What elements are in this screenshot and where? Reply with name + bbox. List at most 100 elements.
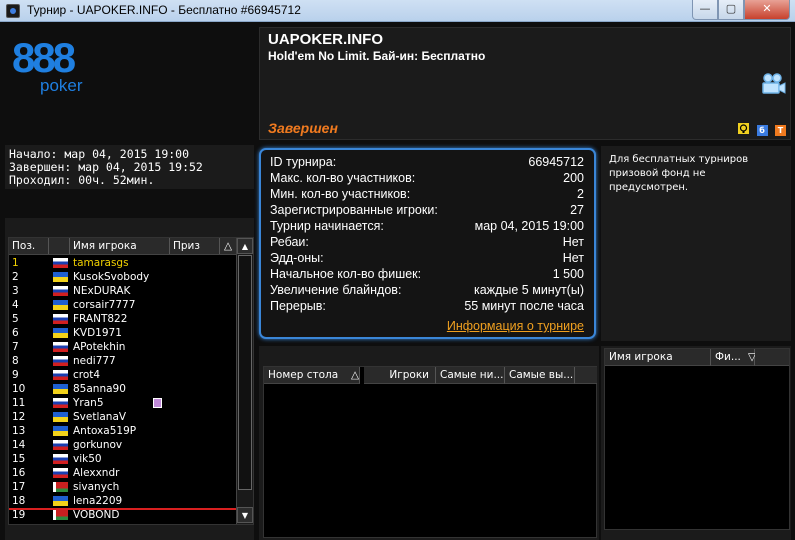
country-flag-icon: [53, 426, 68, 436]
player-position: 7: [12, 341, 19, 353]
detail-key: Перерыв:: [270, 299, 326, 313]
table-players-panel: Имя игрока Фи... ▽: [601, 346, 791, 540]
trophy-icon[interactable]: [738, 123, 749, 134]
player-row[interactable]: 13 Antoxa519P: [9, 424, 236, 438]
player-position: 16: [12, 467, 26, 479]
logo-word: poker: [40, 76, 83, 95]
country-flag-icon: [53, 300, 68, 310]
player-row[interactable]: 18 lena2209: [9, 494, 236, 508]
col-flag[interactable]: [49, 238, 70, 254]
detail-key: Ребаи:: [270, 235, 309, 249]
player-position: 6: [12, 327, 19, 339]
players-table-body: 1 tamarasgs 2 KusokSvobody 3 NExDURAK 4 corsair…: [9, 256, 236, 522]
player-position: 9: [12, 369, 19, 381]
detail-value: 2: [577, 187, 584, 201]
player-row[interactable]: 12 SvetlanaV: [9, 410, 236, 424]
detail-key: Начальное кол-во фишек:: [270, 267, 422, 281]
country-flag-icon: [53, 510, 68, 520]
col-table-number[interactable]: Номер стола: [264, 367, 360, 384]
players-scrollbar[interactable]: ▲ ▼: [236, 238, 253, 524]
country-flag-icon: [53, 370, 68, 380]
detail-key: Увеличение блайндов:: [270, 283, 402, 297]
detail-row: Увеличение блайндов: каждые 5 минут(ы): [270, 283, 584, 299]
player-name: sivanych: [73, 481, 120, 493]
player-row[interactable]: 16 Alexxndr: [9, 466, 236, 480]
scroll-thumb[interactable]: [238, 255, 252, 490]
player-position: 13: [12, 425, 26, 437]
detail-key: ID турнира:: [270, 155, 337, 169]
tables-panel: Номер стола △ Игроки Самые ни... Самые в…: [259, 346, 599, 540]
country-flag-icon: [53, 356, 68, 366]
player-name: Yran5: [73, 397, 104, 409]
detail-value: Нет: [562, 235, 584, 249]
player-position: 14: [12, 439, 26, 451]
tournament-info-link[interactable]: Информация о турнире: [447, 319, 584, 333]
sort-up-icon[interactable]: △: [348, 367, 362, 384]
col-players[interactable]: Игроки: [364, 367, 436, 384]
col-lowest-stack[interactable]: Самые ни...: [436, 367, 505, 384]
detail-row: Эдд-оны: Нет: [270, 251, 584, 267]
camera-icon[interactable]: [760, 73, 786, 95]
player-row[interactable]: 17 sivanych: [9, 480, 236, 494]
t-icon[interactable]: Т: [775, 125, 786, 136]
player-position: 4: [12, 299, 19, 311]
detail-value: 66945712: [528, 155, 584, 169]
sort-up-icon[interactable]: △: [220, 238, 236, 254]
col-player-name[interactable]: Имя игрока: [605, 349, 711, 366]
player-row[interactable]: 1 tamarasgs: [9, 256, 236, 270]
b-icon[interactable]: б: [756, 125, 768, 136]
detail-row: Начальное кол-во фишек: 1 500: [270, 267, 584, 283]
minimize-button[interactable]: —: [692, 0, 718, 20]
scroll-down-icon[interactable]: ▼: [237, 507, 253, 523]
window-title: Турнир - UAPOKER.INFO - Бесплатно #66945…: [27, 3, 301, 17]
close-button[interactable]: ✕: [744, 0, 790, 20]
player-row[interactable]: 11 Yran5: [9, 396, 236, 410]
maximize-button[interactable]: ▢: [718, 0, 744, 20]
player-position: 5: [12, 313, 19, 325]
player-row[interactable]: 3 NExDURAK: [9, 284, 236, 298]
player-row[interactable]: 2 KusokSvobody: [9, 270, 236, 284]
header-icons: б Т: [734, 123, 786, 136]
poker-logo: 888 poker: [10, 36, 88, 114]
detail-row: Макс. кол-во участников: 200: [270, 171, 584, 187]
detail-key: Зарегистрированные игроки:: [270, 203, 438, 217]
detail-key: Турнир начинается:: [270, 219, 384, 233]
player-position: 3: [12, 285, 19, 297]
player-name: VOBOND: [73, 509, 120, 521]
col-player-name[interactable]: Имя игрока: [70, 238, 170, 254]
player-row[interactable]: 4 corsair7777: [9, 298, 236, 312]
player-name: FRANT822: [73, 313, 128, 325]
player-row[interactable]: 10 85anna90: [9, 382, 236, 396]
detail-row: Турнир начинается: мар 04, 2015 19:00: [270, 219, 584, 235]
detail-row: Ребаи: Нет: [270, 235, 584, 251]
player-row[interactable]: 8 nedi777: [9, 354, 236, 368]
player-row[interactable]: 5 FRANT822: [9, 312, 236, 326]
player-row[interactable]: 14 gorkunov: [9, 438, 236, 452]
player-row[interactable]: 6 KVD1971: [9, 326, 236, 340]
player-row[interactable]: 19 VOBOND: [9, 508, 236, 522]
detail-key: Мин. кол-во участников:: [270, 187, 411, 201]
note-icon[interactable]: [153, 398, 162, 408]
detail-key: Макс. кол-во участников:: [270, 171, 416, 185]
detail-row: Перерыв: 55 минут после часа: [270, 299, 584, 315]
col-prize[interactable]: Приз: [170, 238, 220, 254]
player-row[interactable]: 9 crot4: [9, 368, 236, 382]
player-name: 85anna90: [73, 383, 126, 395]
tournament-header: UAPOKER.INFO Hold'em No Limit. Бай-ин: Б…: [259, 27, 791, 140]
player-position: 1: [12, 257, 19, 269]
player-name: Antoxa519P: [73, 425, 137, 437]
detail-value: 27: [570, 203, 584, 217]
col-highest-stack[interactable]: Самые вы...: [505, 367, 575, 384]
detail-value: мар 04, 2015 19:00: [474, 219, 584, 233]
player-row[interactable]: 15 vik50: [9, 452, 236, 466]
players-panel: Поз. Имя игрока Приз △ 1 tamarasgs 2 KusokS…: [5, 218, 254, 540]
detail-row: ID турнира: 66945712: [270, 155, 584, 171]
player-row[interactable]: 7 APotekhin: [9, 340, 236, 354]
player-name: NExDURAK: [73, 285, 131, 297]
detail-key: Эдд-оны:: [270, 251, 324, 265]
detail-value: Нет: [562, 251, 584, 265]
player-position: 19: [12, 509, 26, 521]
col-pos[interactable]: Поз.: [9, 238, 49, 254]
scroll-up-icon[interactable]: ▲: [237, 238, 253, 254]
country-flag-icon: [53, 398, 68, 408]
